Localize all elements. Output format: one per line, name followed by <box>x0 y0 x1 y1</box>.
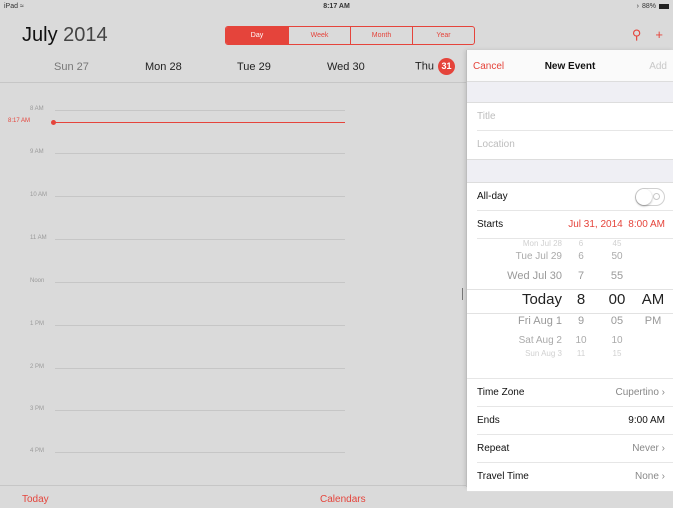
current-time-indicator: 8:17 AM <box>0 118 350 125</box>
ends-label: Ends <box>477 415 500 426</box>
new-event-navbar: Cancel New Event Add <box>467 50 673 82</box>
hour-9am: 9 AM <box>0 149 466 155</box>
search-icon[interactable]: ⚲ <box>632 27 642 43</box>
current-time-label: 8:17 AM <box>8 118 31 124</box>
hour-1pm: 1 PM <box>0 321 466 327</box>
picker-row[interactable]: Wed Jul 30 7 55 <box>467 270 673 290</box>
chevron-right-icon: › <box>661 443 665 454</box>
add-icon[interactable]: + <box>655 27 663 43</box>
current-time-line <box>55 122 345 123</box>
title-field[interactable]: Title <box>477 103 673 131</box>
all-day-toggle[interactable] <box>635 188 665 206</box>
all-day-label: All-day <box>477 191 508 202</box>
today-button[interactable]: Today <box>22 494 49 505</box>
today-badge: 31 <box>437 58 455 75</box>
hour-noon: Noon <box>0 278 466 284</box>
new-event-title: New Event <box>544 61 596 72</box>
hour-8am: 8 AM <box>0 106 466 112</box>
location-field[interactable]: Location <box>477 131 673 159</box>
status-bar: iPad ≈ 8:17 AM › 88% <box>0 0 673 14</box>
ends-row[interactable]: Ends 9:00 AM <box>477 407 673 435</box>
time-zone-label: Time Zone <box>477 387 525 398</box>
segment-day[interactable]: Day <box>226 27 288 44</box>
picker-row-selected[interactable]: Today 8 00 AM <box>467 291 673 311</box>
segment-week[interactable]: Week <box>288 27 350 44</box>
day-wed-30[interactable]: Wed 30 <box>327 61 365 73</box>
day-strip: Sun 27 Mon 28 Tue 29 Wed 30 Thu 31 <box>0 58 466 80</box>
text-cursor <box>462 288 463 300</box>
starts-row[interactable]: Starts Jul 31, 2014 8:00 AM <box>477 211 673 239</box>
day-thu-31[interactable]: Thu 31 <box>415 58 455 75</box>
day-tue-29[interactable]: Tue 29 <box>237 61 271 73</box>
date-group: All-day Starts Jul 31, 2014 8:00 AM Mon … <box>467 182 673 492</box>
calendars-button[interactable]: Calendars <box>320 494 366 505</box>
new-event-popover: Cancel New Event Add Title Location All-… <box>466 50 673 492</box>
month-name: July <box>22 24 58 46</box>
header-actions: ⚲ + <box>632 27 663 43</box>
title-location-group: Title Location <box>467 102 673 160</box>
segment-month[interactable]: Month <box>350 27 412 44</box>
battery-icon <box>659 4 669 9</box>
segment-year[interactable]: Year <box>412 27 474 44</box>
travel-time-label: Travel Time <box>477 471 529 482</box>
repeat-value: Never › <box>632 443 665 454</box>
day-sun-27[interactable]: Sun 27 <box>54 61 89 73</box>
ends-value: 9:00 AM <box>628 415 665 426</box>
picker-row[interactable]: Sun Aug 3 11 15 <box>467 349 673 369</box>
day-mon-28[interactable]: Mon 28 <box>145 61 182 73</box>
toggle-knob <box>636 189 652 205</box>
toggle-off-indicator <box>653 193 660 200</box>
status-time: 8:17 AM <box>323 3 350 10</box>
hour-11am: 11 AM <box>0 235 466 241</box>
travel-time-value: None › <box>634 471 665 482</box>
hour-10am: 10 AM <box>0 192 466 198</box>
bluetooth-icon: › <box>636 3 639 10</box>
chevron-right-icon: › <box>661 387 665 398</box>
day-strip-divider <box>0 82 466 83</box>
time-zone-row[interactable]: Time Zone Cupertino › <box>477 379 673 407</box>
date-time-picker[interactable]: Mon Jul 28 6 45 Tue Jul 29 6 50 Wed Jul 30 7 5… <box>467 239 673 379</box>
year-name: 2014 <box>63 24 108 46</box>
picker-row[interactable]: Fri Aug 1 9 05 PM <box>467 315 673 335</box>
starts-value: Jul 31, 2014 8:00 AM <box>568 219 665 230</box>
picker-selection-bottom <box>467 313 673 314</box>
chevron-right-icon: › <box>661 471 665 482</box>
starts-label: Starts <box>477 219 504 230</box>
hour-3pm: 3 PM <box>0 406 466 412</box>
month-title[interactable]: July 2014 <box>22 24 108 47</box>
travel-time-row[interactable]: Travel Time None › <box>477 463 673 491</box>
hour-2pm: 2 PM <box>0 364 466 370</box>
view-segmented-control: Day Week Month Year <box>225 26 475 45</box>
repeat-row[interactable]: Repeat Never › <box>477 435 673 463</box>
status-battery: › 88% <box>637 3 669 10</box>
repeat-label: Repeat <box>477 443 510 454</box>
add-button[interactable]: Add <box>649 61 667 72</box>
hour-4pm: 4 PM <box>0 448 466 454</box>
time-zone-value: Cupertino › <box>615 387 665 398</box>
picker-row[interactable]: Tue Jul 29 6 50 <box>467 251 673 271</box>
all-day-row: All-day <box>477 183 673 211</box>
picker-selection-top <box>467 289 673 290</box>
